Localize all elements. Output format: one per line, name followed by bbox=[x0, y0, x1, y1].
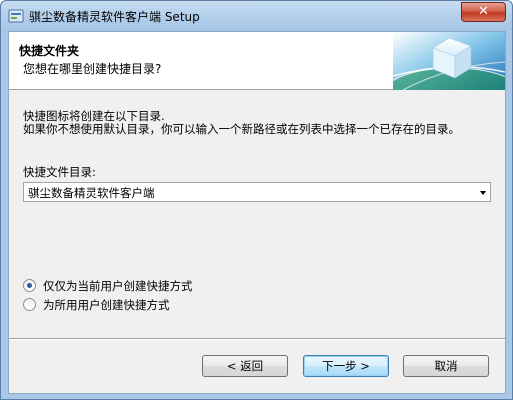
footer-divider bbox=[9, 338, 505, 340]
radio-dot-icon bbox=[27, 283, 32, 288]
folder-value[interactable]: 骐尘数备精灵软件客户端 bbox=[28, 185, 155, 201]
title-bar[interactable]: 骐尘数备精灵软件客户端 Setup ✕ bbox=[1, 1, 512, 31]
next-button[interactable]: 下一步 > bbox=[303, 355, 389, 377]
cancel-button[interactable]: 取消 bbox=[403, 355, 489, 377]
radio-current-user-label[interactable]: 仅仅为当前用户创建快捷方式 bbox=[43, 278, 193, 294]
window-title: 骐尘数备精灵软件客户端 Setup bbox=[29, 10, 200, 24]
back-button[interactable]: < 返回 bbox=[202, 355, 288, 377]
radio-button-unselected[interactable] bbox=[23, 298, 36, 311]
folder-label: 快捷文件目录: bbox=[23, 165, 96, 179]
description-text: 快捷图标将创建在以下目录. 如果你不想使用默认目录，你可以输入一个新路径或在列表… bbox=[23, 110, 460, 136]
page-title: 快捷文件夹 bbox=[19, 44, 80, 58]
close-icon: ✕ bbox=[478, 4, 489, 19]
installer-app-icon bbox=[8, 9, 24, 23]
close-button[interactable]: ✕ bbox=[461, 2, 506, 22]
header-cube-graphic bbox=[393, 32, 505, 90]
description-line-2: 如果你不想使用默认目录，你可以输入一个新路径或在列表中选择一个已存在的目录。 bbox=[23, 122, 460, 136]
folder-combobox[interactable]: 骐尘数备精灵软件客户端 bbox=[23, 182, 491, 202]
radio-button-selected[interactable] bbox=[23, 279, 36, 292]
page-subtitle: 您想在哪里创建快捷目录? bbox=[23, 62, 162, 76]
installer-window: 骐尘数备精灵软件客户端 Setup ✕ 快捷文件夹 您想在哪里创建快捷目录? 快… bbox=[0, 0, 513, 400]
wizard-header: 快捷文件夹 您想在哪里创建快捷目录? bbox=[9, 32, 505, 90]
wizard-body: 快捷图标将创建在以下目录. 如果你不想使用默认目录，你可以输入一个新路径或在列表… bbox=[9, 91, 505, 321]
wizard-client-area: 快捷文件夹 您想在哪里创建快捷目录? 快捷图标将创建在以下目录. 如果你不想使用… bbox=[8, 31, 506, 394]
chevron-down-icon[interactable] bbox=[480, 191, 486, 195]
radio-all-users-label[interactable]: 为所用用户创建快捷方式 bbox=[43, 297, 170, 313]
